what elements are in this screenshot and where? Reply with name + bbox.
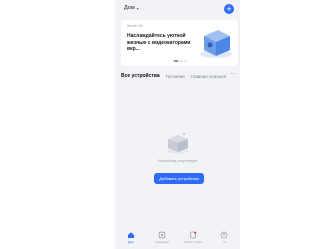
tab-master-bedroom[interactable]: Главная спальня [191,74,226,79]
add-button[interactable]: + [224,4,234,14]
bottom-navigation: Дом Сценарий Smart Center Я [115,231,240,249]
camera-illustration-icon [200,30,232,58]
tab-all-devices[interactable]: Все устройства [121,73,160,79]
nav-item-smart[interactable]: Smart Center [179,231,207,244]
banner-text: Наслаждайтесь уютной жизнью с видеокатор… [127,33,191,52]
empty-box-icon [167,132,189,154]
nav-label: Сценарий [154,240,169,244]
nav-label: Я [223,240,226,244]
chevron-down-icon: ▾ [136,5,139,11]
nav-item-scene[interactable]: Сценарий [148,231,176,244]
tab-living-room[interactable]: Гостиная [166,74,185,79]
pagination-dot [173,60,178,62]
home-selector[interactable]: Дом ▾ [124,5,139,11]
app-screen: Дом ▾ + Smart Life Наслаждайтесь уютной … [115,0,240,249]
banner-tag: Smart Life [127,24,143,28]
profile-icon [220,231,228,239]
empty-state-message: Устройства отсутствуют [157,159,198,163]
more-tabs-button[interactable]: ··· [231,71,236,77]
nav-label: Дом [127,240,134,244]
nav-item-home[interactable]: Дом [117,231,145,244]
pagination-dot [180,60,182,62]
smart-icon [190,231,197,239]
scene-icon [158,231,166,239]
plus-icon: + [226,4,232,14]
pagination-dot [184,60,186,62]
top-bar: Дом ▾ + [115,0,240,18]
home-selector-label: Дом [124,5,135,11]
nav-item-profile[interactable]: Я [210,231,238,244]
add-device-button[interactable]: Добавить устройства [154,173,204,184]
promo-banner[interactable]: Smart Life Наслаждайтесь уютной жизнью с… [121,20,238,66]
banner-pagination [173,60,186,62]
nav-label: Smart Center [184,240,203,244]
home-icon [127,232,134,238]
room-tabs: Все устройства Гостиная Главная спальня [121,71,240,81]
